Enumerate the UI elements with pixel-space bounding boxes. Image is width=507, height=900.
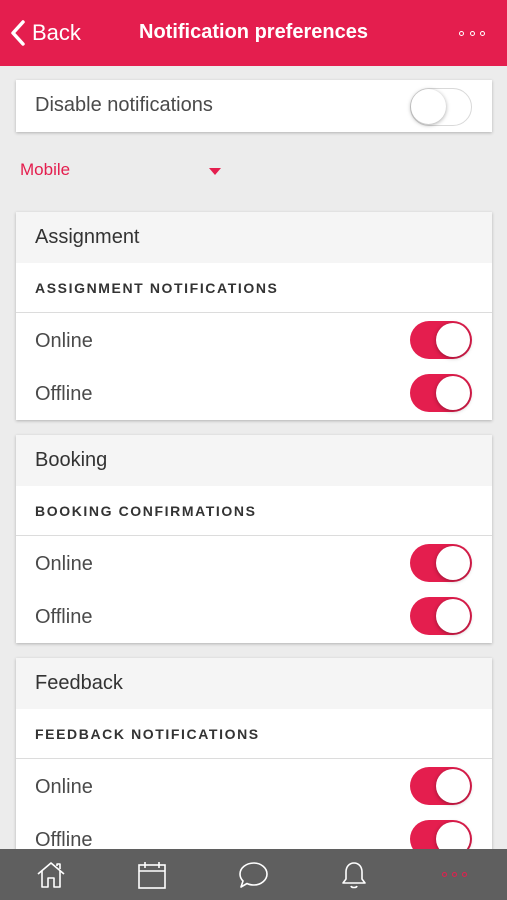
offline-toggle[interactable] (410, 597, 472, 635)
tab-calendar[interactable] (101, 849, 202, 900)
home-icon (36, 861, 65, 888)
section-title: Booking (35, 449, 108, 471)
online-toggle[interactable] (410, 544, 472, 582)
disable-notifications-toggle[interactable] (410, 88, 472, 126)
toggle-knob (436, 376, 470, 410)
section-assignment: Assignment ASSIGNMENT NOTIFICATIONS Onli… (16, 212, 492, 420)
toggle-knob (436, 323, 470, 357)
disable-notifications-label: Disable notifications (35, 94, 213, 116)
section-header: Assignment (16, 212, 492, 263)
row-label: Online (35, 776, 93, 798)
tab-chat[interactable] (202, 849, 303, 900)
setting-row-online: Online (16, 760, 492, 813)
toggle-knob (436, 599, 470, 633)
page-title: Notification preferences (139, 21, 368, 43)
section-subheader: FEEDBACK NOTIFICATIONS (16, 709, 492, 759)
row-label: Offline (35, 606, 93, 628)
offline-toggle[interactable] (410, 374, 472, 412)
tab-home[interactable] (0, 849, 101, 900)
more-horizontal-icon[interactable] (459, 27, 485, 39)
more-icon (442, 872, 467, 877)
disable-notifications-card: Disable notifications (16, 80, 492, 132)
chat-icon (238, 861, 268, 888)
setting-row-online: Online (16, 537, 492, 590)
section-booking: Booking BOOKING CONFIRMATIONS Online Off… (16, 435, 492, 643)
platform-selected-value: Mobile (20, 160, 71, 179)
row-label: Offline (35, 383, 93, 405)
toggle-knob (436, 769, 470, 803)
section-subheader: BOOKING CONFIRMATIONS (16, 486, 492, 536)
online-toggle[interactable] (410, 321, 472, 359)
tab-more[interactable] (404, 849, 505, 900)
online-toggle[interactable] (410, 767, 472, 805)
section-subtitle: ASSIGNMENT NOTIFICATIONS (35, 280, 279, 296)
calendar-icon (137, 861, 166, 889)
toggle-knob (411, 89, 446, 124)
tab-notifications[interactable] (303, 849, 404, 900)
setting-row-offline: Offline (16, 590, 492, 643)
section-subheader: ASSIGNMENT NOTIFICATIONS (16, 263, 492, 313)
section-subtitle: BOOKING CONFIRMATIONS (35, 503, 257, 519)
section-header: Feedback (16, 658, 492, 709)
platform-dropdown[interactable]: Mobile (20, 160, 225, 184)
setting-row-offline: Offline (16, 367, 492, 420)
caret-down-icon (209, 168, 221, 175)
row-label: Online (35, 330, 93, 352)
section-title: Assignment (35, 226, 140, 248)
top-bar: Back Notification preferences (0, 0, 507, 66)
bell-icon (341, 861, 366, 888)
toggle-knob (436, 546, 470, 580)
bottom-tab-bar (0, 849, 507, 900)
section-header: Booking (16, 435, 492, 486)
section-subtitle: FEEDBACK NOTIFICATIONS (35, 726, 260, 742)
section-feedback: Feedback FEEDBACK NOTIFICATIONS Online O… (16, 658, 492, 866)
row-label: Online (35, 553, 93, 575)
section-title: Feedback (35, 672, 123, 694)
setting-row-online: Online (16, 314, 492, 367)
